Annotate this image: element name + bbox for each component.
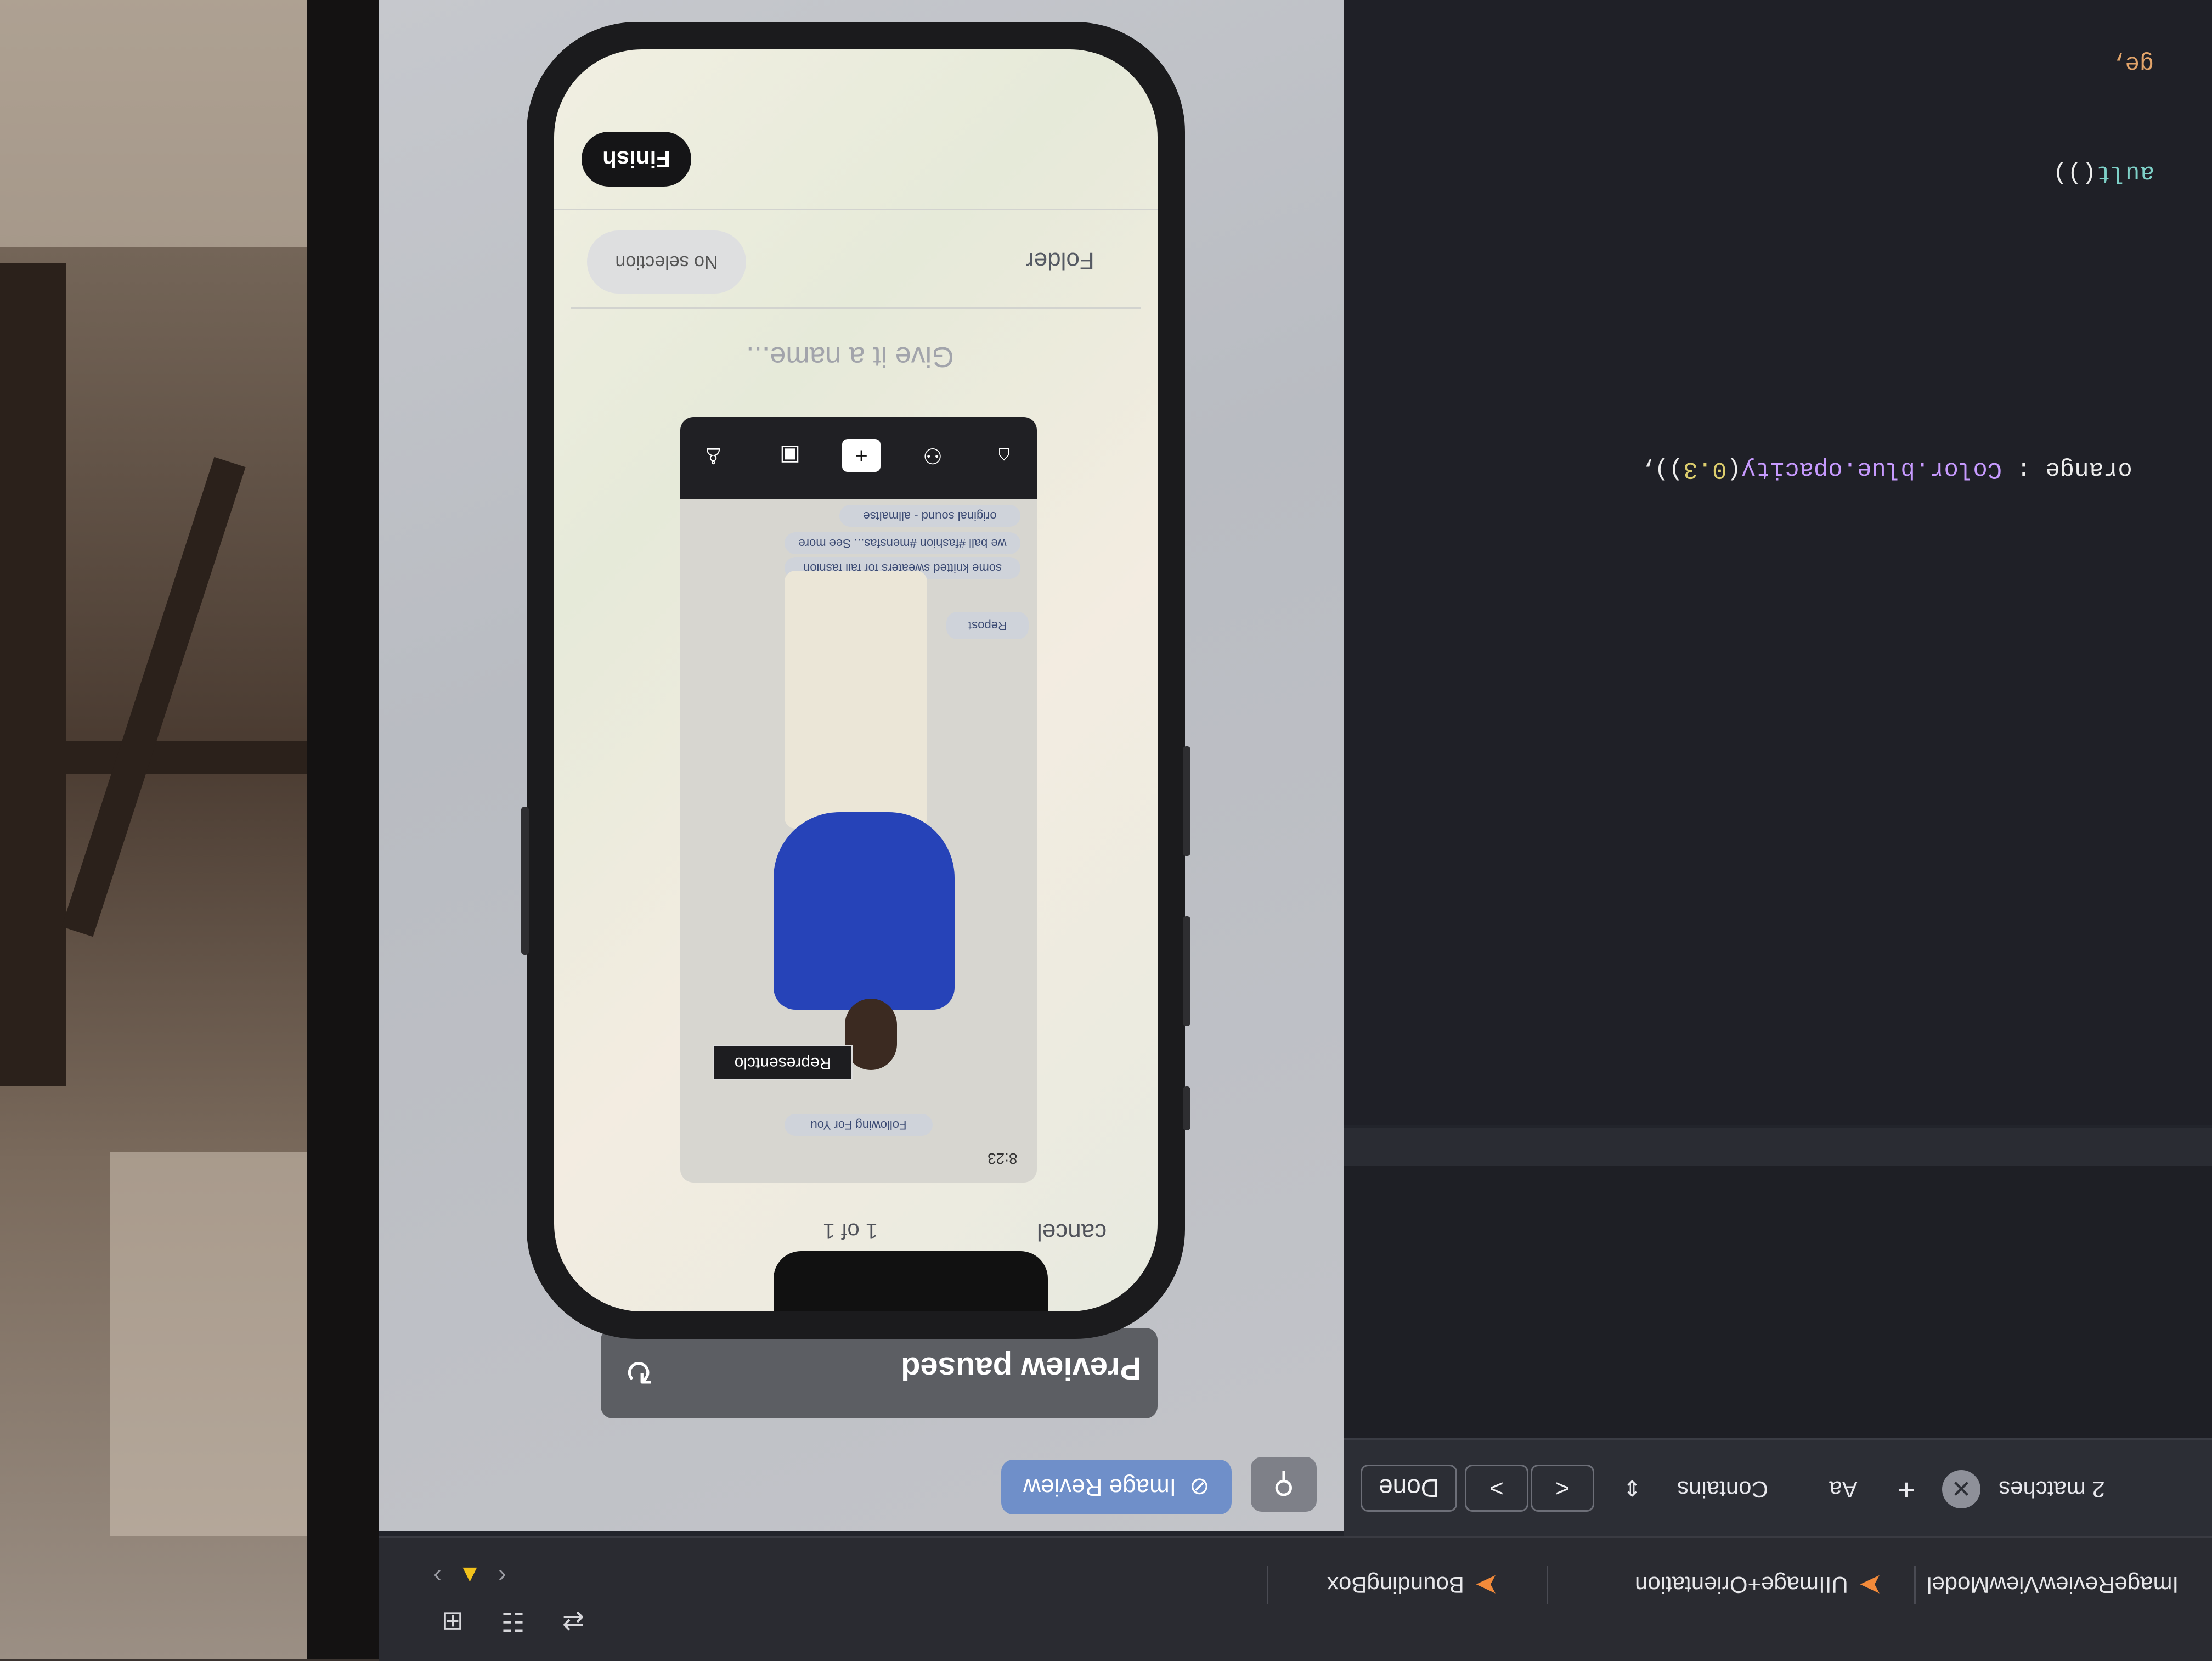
code-token: .blue.opacity [1741, 455, 1929, 483]
create-icon: + [842, 439, 881, 472]
person-sweater [774, 812, 955, 1010]
chevron-updown-icon: ⇕ [1623, 1477, 1641, 1501]
code-line-2: ault()) [2053, 132, 2212, 214]
tab-label: UIImage+Orientation [1634, 1572, 1848, 1598]
code-token: )), [1639, 455, 1683, 483]
match-case-button[interactable]: Aa [1816, 1467, 1871, 1511]
preview-paused-label: Preview paused [900, 1350, 1141, 1386]
preview-name-badge[interactable]: ⊘ Image Review [1001, 1460, 1232, 1514]
code-token: 0.3 [1683, 455, 1727, 483]
description-line: we ball #fashion #mensfas... See more [785, 532, 1020, 554]
dynamic-island [774, 1251, 1048, 1311]
find-mode-select[interactable]: Contains [1651, 1467, 1794, 1511]
volume-button [1183, 746, 1190, 856]
pin-icon: ⚲ [1273, 1467, 1295, 1501]
profile-icon: ♙ [703, 443, 723, 468]
code-token: ( [1726, 455, 1741, 483]
next-match-button[interactable]: < [1531, 1465, 1594, 1512]
page-counter: 1 of 1 [823, 1219, 878, 1243]
done-button[interactable]: Done [1361, 1465, 1457, 1512]
chevron-right-icon[interactable]: › [498, 1560, 506, 1587]
divider [554, 209, 1158, 210]
chevron-right-icon: < [1555, 1475, 1570, 1502]
caption-tag: Representclo [713, 1045, 853, 1080]
inbox-icon: ▣ [780, 443, 800, 468]
preview-paused-banner: Preview paused ↻ [601, 1328, 1158, 1418]
thumbnail-nav-bar: ♙ ▣ + ⚇ ⌂ [680, 417, 1037, 499]
checkmark-circle-icon: ⊘ [1189, 1473, 1210, 1501]
feed-tabs: Following For You [785, 1114, 933, 1136]
rotate-device-icon[interactable]: ⇄ [554, 1602, 592, 1641]
finish-button[interactable]: Finish [582, 132, 691, 187]
folder-picker[interactable]: No selection [587, 230, 746, 294]
person-pants [785, 571, 927, 829]
tab-boundingbox[interactable]: BoundingBox ➤ [1327, 1560, 1499, 1609]
code-token: ()) [2052, 159, 2096, 187]
chevron-left-icon[interactable]: ‹ [433, 1560, 442, 1587]
warning-icon: ▼ [458, 1560, 482, 1587]
preview-name-label: Image Review [1023, 1474, 1176, 1501]
volume-button [1183, 916, 1190, 1026]
match-count: 2 matches [1999, 1477, 2105, 1502]
wall-area [0, 0, 307, 247]
add-pattern-button[interactable]: + [1887, 1467, 1926, 1511]
code-token: : [2001, 455, 2045, 483]
add-variant-icon[interactable]: ⊞ [433, 1602, 472, 1641]
editor-divider [1344, 1128, 2212, 1166]
find-bar: 2 matches ✕ + Aa Contains ⇕ < > Done [1344, 1438, 2212, 1539]
phone-screen: Finish No selection Folder Give it a nam… [554, 49, 1158, 1311]
code-token: ge, [2111, 49, 2154, 77]
issue-navigator[interactable]: ‹ ▼ › [433, 1549, 506, 1598]
silent-switch [1183, 1086, 1190, 1130]
code-token: orange [2045, 455, 2132, 483]
swift-file-icon: ➤ [1859, 1569, 1883, 1601]
previous-match-button[interactable]: > [1465, 1465, 1528, 1512]
divider [571, 307, 1141, 309]
refresh-icon[interactable]: ↻ [617, 1350, 661, 1394]
shelf-post [0, 263, 66, 1086]
tab-separator [1547, 1566, 1548, 1604]
screenshot-thumbnail[interactable]: ♙ ▣ + ⚇ ⌂ original sound - allmaltse we … [680, 417, 1037, 1183]
sound-label: original sound - allmaltse [839, 505, 1020, 527]
side-button [521, 807, 529, 955]
tab-separator [1914, 1566, 1916, 1604]
preview-bottom-toolbar: ⊞ ☷ ⇄ [433, 1602, 592, 1652]
tab-imagereviewviewmodel[interactable]: ImageReviewViewModel [1927, 1560, 2212, 1609]
home-icon: ⌂ [997, 443, 1011, 468]
person-head [845, 999, 897, 1070]
pin-preview-button[interactable]: ⚲ [1251, 1457, 1317, 1512]
tab-uiimage-orientation[interactable]: UIImage+Orientation ➤ [1635, 1560, 1883, 1609]
code-line-3: orange : Color.blue.opacity(0.3)), [1640, 428, 2190, 510]
code-token: ault [2096, 159, 2154, 187]
editor-tab-bar: ImageReviewViewModel UIImage+Orientation… [379, 1536, 2212, 1661]
name-input[interactable]: Give it a name... [746, 340, 954, 373]
tab-label: ImageReviewViewModel [1927, 1572, 2179, 1598]
friends-icon: ⚇ [923, 443, 943, 468]
repost-badge: Repost [946, 612, 1029, 639]
code-token: Color [1929, 455, 2002, 483]
floor-area [110, 1152, 307, 1536]
swift-file-icon: ➤ [1475, 1569, 1499, 1601]
iphone-preview-device: Finish No selection Folder Give it a nam… [521, 22, 1190, 1339]
status-time: 8:23 [988, 1150, 1018, 1167]
tab-separator [1267, 1566, 1268, 1604]
chevron-left-icon: > [1489, 1475, 1504, 1502]
folder-label: Folder [1026, 247, 1094, 274]
device-settings-icon[interactable]: ☷ [494, 1602, 532, 1641]
clear-search-icon[interactable]: ✕ [1942, 1470, 1980, 1508]
editor-lower-pane [1344, 1166, 2212, 1462]
chair-leg [61, 457, 246, 937]
code-editor[interactable]: ge, ault()) orange : Color.blue.opacity(… [1344, 0, 2212, 1125]
tab-label: BoundingBox [1327, 1572, 1464, 1598]
cancel-button[interactable]: cancel [1037, 1218, 1107, 1246]
code-line-1: ge, [2111, 22, 2212, 104]
